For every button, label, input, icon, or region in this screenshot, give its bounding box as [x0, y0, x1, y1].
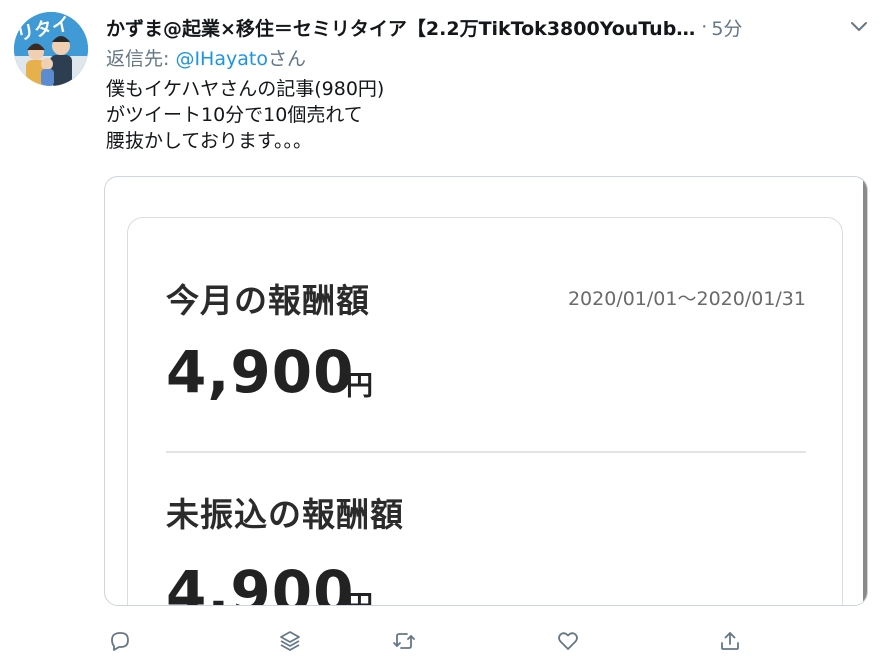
retweet-icon[interactable] [390, 624, 418, 658]
reply-suffix: さん [267, 48, 306, 70]
media-scroll-edge [863, 177, 867, 605]
reply-handle-link[interactable]: @IHayato [175, 48, 268, 70]
avatar[interactable]: リタイ [14, 12, 88, 86]
monthly-earnings-title: 今月の報酬額 [166, 281, 370, 320]
like-icon[interactable] [554, 624, 582, 658]
separator-dot: · [701, 16, 708, 38]
divider [166, 451, 806, 453]
timestamp[interactable]: 5分 [711, 14, 742, 41]
unpaid-earnings-amount: 4,900 [166, 558, 355, 606]
unpaid-earnings-unit: 円 [346, 584, 373, 605]
tweet-text-line: がツイート10分で10個売れて [106, 104, 363, 126]
earnings-card: 今月の報酬額 2020/01/01〜2020/01/31 4,900 円 未振込… [127, 217, 843, 606]
monthly-earnings-unit: 円 [346, 371, 373, 402]
share-icon[interactable] [716, 624, 744, 658]
unpaid-earnings-title: 未振込の報酬額 [166, 495, 404, 534]
reply-icon[interactable] [106, 624, 134, 658]
tweet-text-line: 腰抜かしております。。。 [106, 130, 312, 152]
period-range: 2020/01/01〜2020/01/31 [567, 288, 806, 310]
tweet-text: 僕もイケハヤさんの記事(980円) がツイート10分で10個売れて 腰抜かしてお… [106, 76, 384, 154]
reply-prefix: 返信先: [106, 48, 176, 70]
reply-to-line: 返信先: @IHayatoさん [106, 44, 306, 71]
chevron-down-icon[interactable] [850, 19, 868, 33]
tweet-text-line: 僕もイケハヤさんの記事(980円) [106, 78, 385, 100]
tweet-header: かずま@起業×移住＝セミリタイア【2.2万TikTok3800YouTub… ·… [106, 13, 876, 41]
tweet-actions [106, 624, 746, 658]
tweet-media-image[interactable]: 今月の報酬額 2020/01/01〜2020/01/31 4,900 円 未振込… [104, 176, 868, 606]
monthly-earnings-amount: 4,900 [166, 338, 355, 406]
author-name[interactable]: かずま@起業×移住＝セミリタイア【2.2万TikTok3800YouTub… [106, 14, 695, 41]
layers-icon[interactable] [276, 624, 304, 658]
